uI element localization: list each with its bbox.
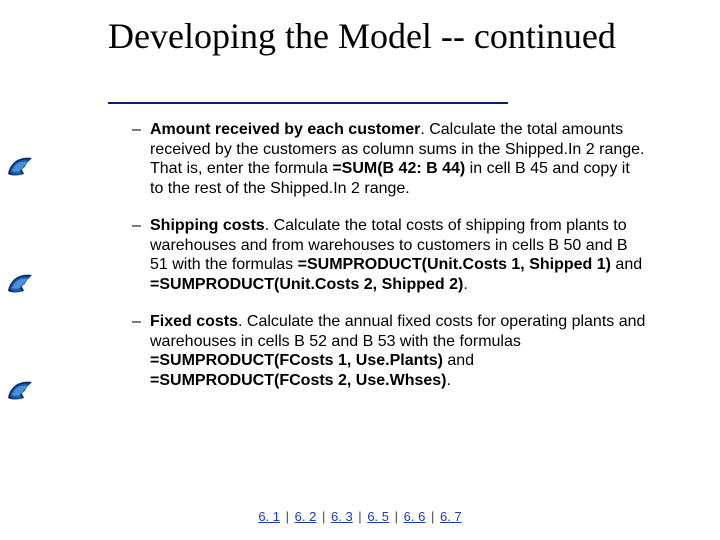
list-item-text: Fixed costs. Calculate the annual fixed … xyxy=(150,312,646,390)
page-title: Developing the Model -- continued xyxy=(108,16,680,56)
footer-link[interactable]: 6. 7 xyxy=(440,509,462,524)
footer-nav: 6. 1 | 6. 2 | 6. 3 | 6. 5 | 6. 6 | 6. 7 xyxy=(0,509,720,524)
bullet-dash: – xyxy=(132,312,150,390)
lead-phrase: Shipping costs xyxy=(150,217,265,234)
footer-sep: | xyxy=(284,509,291,524)
bullet-dash: – xyxy=(132,216,150,294)
footer-link[interactable]: 6. 5 xyxy=(367,509,389,524)
decorative-leaf-strip xyxy=(0,104,36,407)
formula-text: =SUM(B 42: B 44) xyxy=(332,160,465,177)
list-item-text: Shipping costs. Calculate the total cost… xyxy=(150,216,646,294)
body-text: – Amount received by each customer. Calc… xyxy=(132,120,646,408)
formula-text: =SUMPRODUCT(FCosts 2, Use.Whses) xyxy=(150,372,447,389)
formula-text: =SUMPRODUCT(FCosts 1, Use.Plants) xyxy=(150,352,443,369)
leaf-icon xyxy=(6,378,34,402)
title-underline xyxy=(108,102,508,104)
lead-phrase: Amount received by each customer xyxy=(150,121,420,138)
footer-sep: | xyxy=(429,509,436,524)
footer-link[interactable]: 6. 1 xyxy=(258,509,280,524)
lead-phrase: Fixed costs xyxy=(150,313,238,330)
footer-link[interactable]: 6. 3 xyxy=(331,509,353,524)
footer-sep: | xyxy=(393,509,400,524)
list-item: – Shipping costs. Calculate the total co… xyxy=(132,216,646,294)
footer-link[interactable]: 6. 2 xyxy=(295,509,317,524)
list-item: – Fixed costs. Calculate the annual fixe… xyxy=(132,312,646,390)
slide: Developing the Model -- continued – Amou… xyxy=(0,0,720,540)
formula-text: =SUMPRODUCT(Unit.Costs 1, Shipped 1) xyxy=(298,256,611,273)
footer-sep: | xyxy=(356,509,363,524)
formula-text: =SUMPRODUCT(Unit.Costs 2, Shipped 2) xyxy=(150,276,463,293)
footer-sep: | xyxy=(320,509,327,524)
bullet-dash: – xyxy=(132,120,150,198)
leaf-icon xyxy=(6,271,34,295)
footer-link[interactable]: 6. 6 xyxy=(404,509,426,524)
leaf-icon xyxy=(6,154,34,178)
list-item: – Amount received by each customer. Calc… xyxy=(132,120,646,198)
list-item-text: Amount received by each customer. Calcul… xyxy=(150,120,646,198)
